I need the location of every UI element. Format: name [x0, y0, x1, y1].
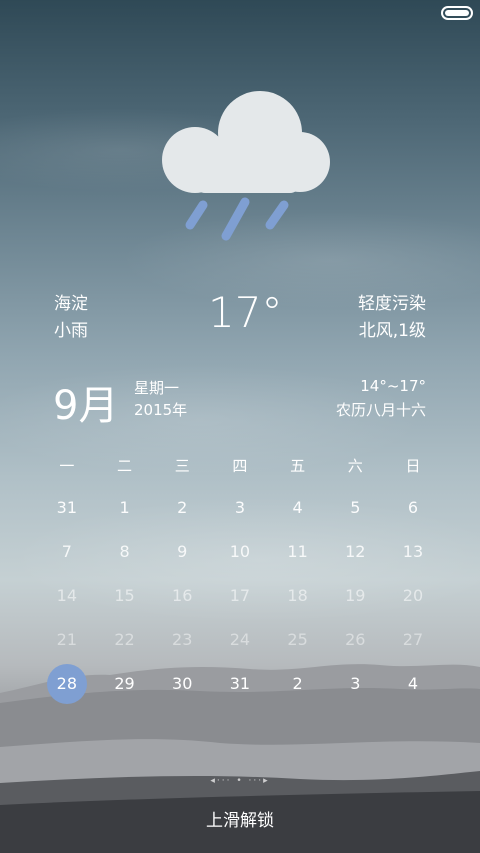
calendar-day: 11 — [287, 542, 308, 561]
today-marker: 28 — [46, 664, 87, 704]
calendar-day: 19 — [345, 586, 366, 605]
calendar-day: 5 — [350, 498, 361, 517]
weekday-header: 五 — [290, 457, 306, 475]
location-label: 海淀 — [54, 294, 88, 314]
calendar-day: 3 — [350, 674, 361, 693]
calendar-day: 30 — [172, 674, 193, 693]
temperature-range: 14°~17° — [360, 377, 426, 395]
calendar-day: 31 — [56, 498, 78, 517]
calendar-day: 4 — [407, 674, 419, 693]
calendar-day: 14 — [56, 586, 78, 605]
calendar-day: 27 — [402, 630, 424, 649]
swipe-page-indicator[interactable]: ◂··· • ···▸ — [0, 776, 480, 786]
calendar-day: 20 — [402, 586, 424, 605]
weekday-header: 一 — [59, 457, 75, 475]
rain-cloud-icon — [162, 91, 330, 241]
air-quality-label: 轻度污染 — [358, 294, 426, 314]
current-temperature: 17° — [208, 288, 283, 337]
calendar-day: 23 — [172, 630, 193, 649]
calendar-day: 8 — [119, 542, 130, 561]
calendar-day: 24 — [229, 630, 251, 649]
calendar-day: 15 — [114, 586, 135, 605]
wind-label: 北风,1级 — [358, 321, 426, 341]
calendar-day: 25 — [287, 630, 308, 649]
weekday-header: 四 — [232, 457, 248, 475]
lunar-date: 农历八月十六 — [335, 401, 426, 419]
calendar-day: 7 — [61, 542, 72, 561]
calendar-day: 2 — [292, 674, 303, 693]
calendar-day: 6 — [407, 498, 419, 517]
year-label: 2015年 — [134, 401, 188, 419]
month-label: 9月 — [53, 383, 119, 429]
calendar-day: 29 — [114, 674, 135, 693]
battery-icon — [441, 6, 473, 20]
calendar-day: 1 — [119, 498, 130, 517]
swipe-up-unlock[interactable]: 上滑解锁 — [0, 806, 480, 831]
weather-condition: 小雨 — [54, 321, 88, 341]
weekday-header: 日 — [405, 457, 421, 475]
calendar-day: 31 — [229, 674, 251, 693]
calendar-day: 9 — [177, 542, 188, 561]
calendar-day: 13 — [402, 542, 424, 561]
calendar-day: 2 — [177, 498, 188, 517]
weekday-header: 六 — [347, 457, 363, 475]
weekday-header: 三 — [174, 457, 190, 475]
calendar-day: 16 — [172, 586, 193, 605]
calendar-day: 4 — [292, 498, 303, 517]
calendar-day: 26 — [345, 630, 366, 649]
calendar-day: 18 — [287, 586, 308, 605]
battery-level-fill — [445, 10, 469, 16]
calendar-day-today: 28 — [38, 662, 96, 706]
weekday-header: 二 — [117, 457, 133, 475]
calendar-day: 12 — [345, 542, 366, 561]
calendar-day: 3 — [234, 498, 245, 517]
month-calendar: 一 二 三 四 五 六 日 31 1 2 3 4 5 6 7 8 9 10 11… — [38, 446, 442, 706]
weekday-label: 星期一 — [134, 379, 180, 397]
calendar-day: 10 — [229, 542, 251, 561]
calendar-day: 21 — [56, 630, 78, 649]
calendar-day: 22 — [114, 630, 135, 649]
calendar-day: 17 — [229, 586, 251, 605]
